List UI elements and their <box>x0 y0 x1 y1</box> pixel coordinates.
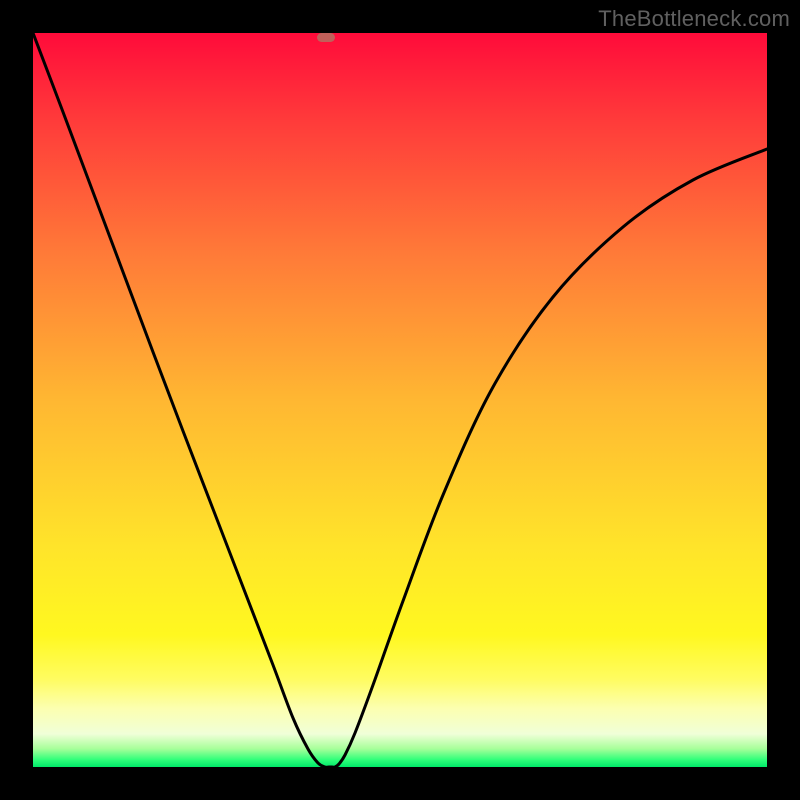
min-marker <box>317 33 335 42</box>
bottleneck-curve <box>33 33 767 767</box>
plot-area <box>33 33 767 767</box>
watermark-text: TheBottleneck.com <box>598 6 790 32</box>
chart-frame: TheBottleneck.com <box>0 0 800 800</box>
